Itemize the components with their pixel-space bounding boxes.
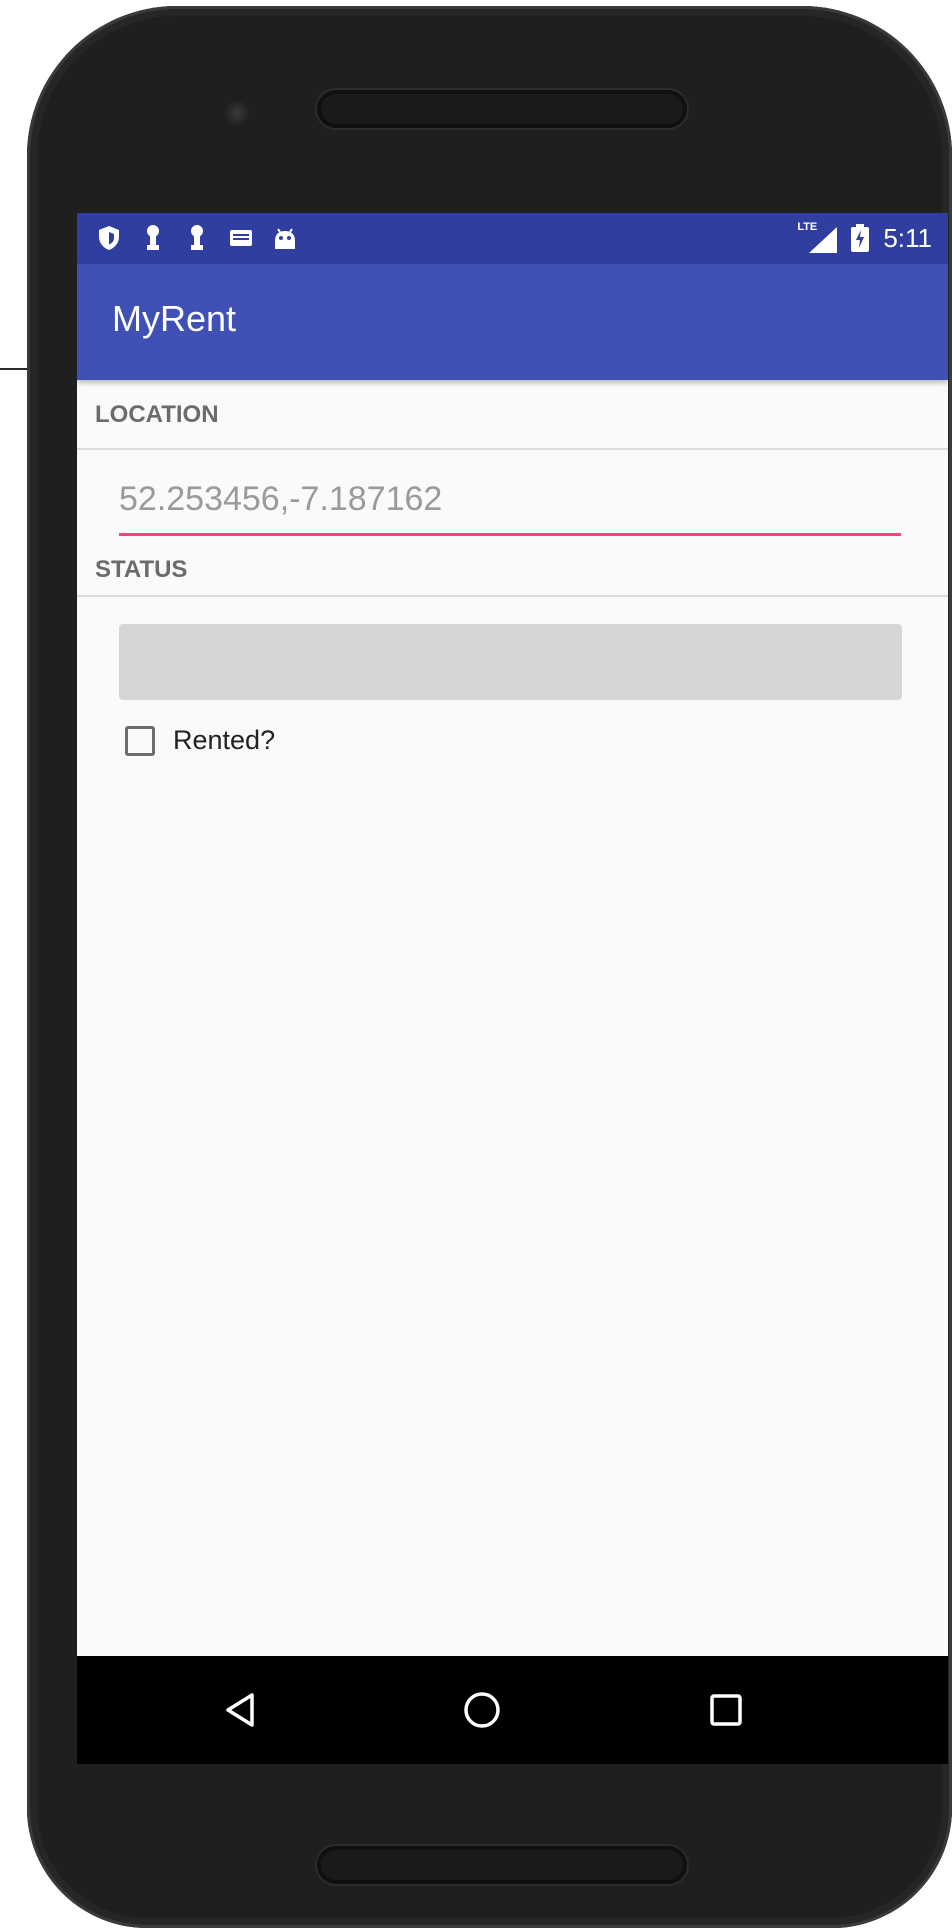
device-screen: LTE 5:11 MyRent LOCATION STATUS Rented? — [77, 213, 948, 1764]
phone-frame: LTE 5:11 MyRent LOCATION STATUS Rented? — [27, 6, 952, 1928]
status-section-header: STATUS — [95, 556, 188, 583]
lte-signal-icon: LTE — [797, 221, 838, 253]
android-icon — [273, 224, 297, 252]
network-type-label: LTE — [797, 221, 818, 233]
location-divider — [77, 448, 948, 450]
key-icon — [141, 224, 165, 252]
battery-charging-icon — [851, 224, 870, 252]
rented-checkbox-label: Rented? — [173, 725, 276, 755]
app-title: MyRent — [112, 298, 237, 339]
status-system-indicators: LTE 5:11 — [797, 221, 932, 255]
status-divider — [77, 595, 948, 597]
home-button[interactable] — [458, 1686, 506, 1734]
recents-button[interactable] — [702, 1686, 750, 1734]
bottom-speaker-grille — [317, 1846, 687, 1884]
mail-icon — [229, 224, 253, 252]
location-section-header: LOCATION — [95, 401, 219, 428]
recents-icon — [710, 1694, 742, 1726]
status-bar: LTE 5:11 — [77, 213, 948, 264]
key-icon — [185, 224, 209, 252]
rented-checkbox-row[interactable]: Rented? — [125, 725, 275, 756]
status-field[interactable] — [119, 624, 902, 700]
navigation-bar — [77, 1656, 948, 1764]
top-speaker-grille — [317, 90, 687, 128]
shield-icon — [97, 224, 121, 252]
front-camera — [225, 101, 249, 125]
app-bar: MyRent — [77, 264, 948, 380]
back-button[interactable] — [216, 1686, 264, 1734]
status-notification-icons — [97, 222, 297, 254]
home-icon — [464, 1692, 500, 1728]
rented-checkbox[interactable] — [125, 725, 155, 756]
status-time: 5:11 — [883, 222, 932, 253]
back-icon — [226, 1693, 254, 1727]
location-input[interactable] — [119, 471, 901, 536]
